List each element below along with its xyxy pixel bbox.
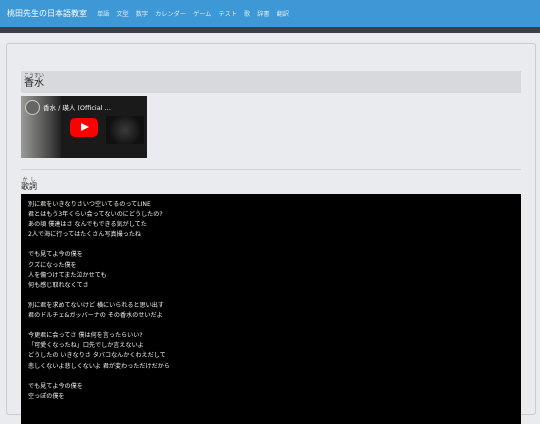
lyric-line: 別に君をいきなりさいつ空いてるのってLINE [28, 201, 151, 208]
nav-item-games[interactable]: ゲーム [193, 9, 211, 18]
lyric-line: 今更君に会ってさ 僕は何を言ったらいい? [28, 332, 143, 340]
lyric-line: でも見てよ今の僕を [28, 251, 83, 259]
site-brand[interactable]: 桃田先生の日本語教室 [7, 8, 87, 19]
lyric-line: 君とはもう3年くらい会ってないのにどうしたの? [28, 211, 163, 219]
lyric-line: 悲しくないよ悲しくないよ 君が変わっただけだから [28, 362, 170, 370]
lyric-line: クズになった僕を [28, 261, 77, 269]
lyric-line: どうしたの いきなりさ タバコなんかくわえだして [28, 352, 166, 360]
section-divider [21, 169, 521, 170]
lyric-line: でも見てよ今の僕を [28, 382, 83, 390]
lyric-line [28, 372, 521, 382]
video-embed[interactable]: 香水 / 瑛人 (Official ... [21, 96, 147, 158]
main-nav: 単語 文型 数字 カレンダー ゲーム テスト 歌 辞書 翻訳 [97, 9, 289, 18]
lyrics-box: 別に君をいきなりさいつ空いてるのってLINE 君とはもう3年くらい会ってないのに… [21, 194, 521, 424]
nav-item-grammar[interactable]: 文型 [116, 9, 128, 18]
nav-item-words[interactable]: 単語 [97, 9, 109, 18]
lyric-line: 別に君を求めてないけど 横にいられると思い出す [28, 301, 164, 309]
nav-item-test[interactable]: テスト [218, 9, 237, 18]
lyric-line [28, 291, 521, 301]
nav-item-translate[interactable]: 翻訳 [277, 9, 289, 18]
song-title-bar: 香水こうすい [21, 71, 521, 93]
lyric-line: あの頃 僕達はさ なんでもできる気がしてた [28, 221, 147, 229]
song-title-ruby: こうすい [24, 73, 45, 79]
lyric-line: 空っぽの僕を [28, 392, 65, 400]
lyric-line: 君のドルチェ&ガッバーナの その香水のせいだよ [28, 312, 163, 320]
nav-item-numbers[interactable]: 数字 [136, 9, 148, 18]
lyric-line [28, 321, 521, 331]
channel-avatar[interactable] [25, 100, 40, 115]
lyrics-heading-ruby: かし [21, 177, 37, 183]
video-thumbnail-shoes [106, 116, 144, 144]
play-icon[interactable] [70, 118, 98, 137]
lyric-line: 人を傷つけてまた泣かせても [28, 271, 107, 279]
video-title[interactable]: 香水 / 瑛人 (Official ... [43, 102, 111, 112]
lyric-line: 何も感じ取れなくてさ [28, 281, 89, 289]
nav-item-calendar[interactable]: カレンダー [155, 9, 186, 18]
lyric-line: 2人で海に行ってはたくさん写真撮ったね [28, 231, 142, 239]
lyrics-heading: 歌詞かし [21, 177, 37, 191]
header-shadow-band [0, 27, 540, 33]
song-title: 香水こうすい [24, 73, 45, 89]
top-navbar: 桃田先生の日本語教室 単語 文型 数字 カレンダー ゲーム テスト 歌 辞書 翻… [0, 0, 540, 27]
content-panel: 香水こうすい 香水 / 瑛人 (Official ... 歌詞かし 別に君をいき… [6, 43, 536, 424]
nav-item-songs[interactable]: 歌 [244, 9, 250, 18]
lyric-line: 「可愛くなったね」口先でしか言えないよ [28, 342, 144, 350]
lyric-line [28, 240, 521, 250]
nav-item-dictionary[interactable]: 辞書 [257, 9, 269, 18]
